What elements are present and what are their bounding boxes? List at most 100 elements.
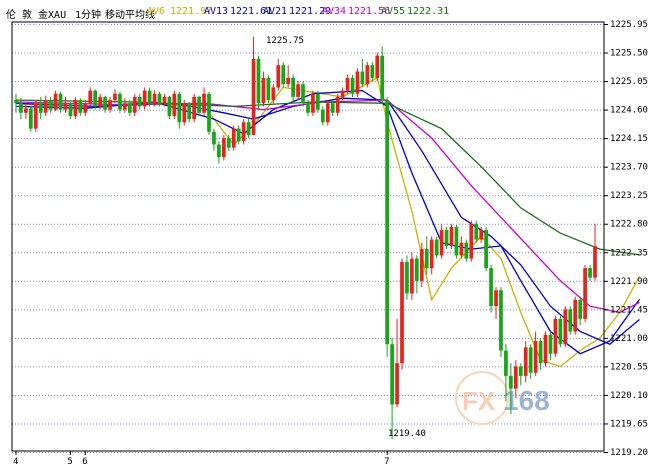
candle xyxy=(68,101,73,120)
candle xyxy=(588,264,592,281)
candle-body xyxy=(316,93,320,110)
y-tick-label: 1222.80 xyxy=(610,220,648,230)
candle-body xyxy=(83,103,88,113)
candle-body xyxy=(192,96,197,120)
candle xyxy=(410,252,414,300)
candle xyxy=(400,258,404,370)
candle-body xyxy=(563,309,568,345)
candle xyxy=(19,98,23,120)
y-tick-label: 1220.55 xyxy=(610,362,648,372)
candle xyxy=(385,96,390,357)
watermark: FX 168 xyxy=(455,371,550,425)
y-tick-label: 1223.70 xyxy=(610,163,648,173)
candle-body xyxy=(340,90,345,97)
candle-body xyxy=(424,249,429,269)
candle xyxy=(221,134,226,161)
candle-body xyxy=(494,290,498,307)
candle-body xyxy=(98,96,102,107)
y-tick-label: 1222.35 xyxy=(610,248,648,258)
candle xyxy=(360,58,365,88)
candle xyxy=(489,264,493,313)
candle-body xyxy=(325,103,330,123)
candle-body xyxy=(390,344,394,405)
candle xyxy=(172,90,177,120)
y-tick-label: 1219.20 xyxy=(610,448,648,458)
candle xyxy=(132,93,137,116)
candle xyxy=(182,100,187,126)
candle-body xyxy=(78,100,83,113)
candle xyxy=(118,91,122,113)
candle xyxy=(583,264,587,323)
candle xyxy=(593,223,597,281)
candle xyxy=(296,81,300,101)
price-annotations: 1225.75 1219.40 xyxy=(266,36,426,439)
y-tick-label: 1221.90 xyxy=(610,277,648,287)
candle-body xyxy=(410,258,414,294)
candle-body xyxy=(28,108,33,129)
candle xyxy=(53,90,58,111)
candle-body xyxy=(350,77,355,94)
candle-body xyxy=(147,90,152,104)
candle xyxy=(469,220,474,262)
candle-body xyxy=(414,258,419,281)
candle xyxy=(573,296,578,335)
candle-body xyxy=(236,128,241,142)
candle xyxy=(444,226,449,250)
candle xyxy=(217,141,221,164)
candle-body xyxy=(578,299,583,319)
candle-body xyxy=(296,84,300,97)
candle xyxy=(414,255,419,294)
candle-body xyxy=(162,96,167,104)
ma-line-av13 xyxy=(15,89,641,355)
candle-body xyxy=(241,122,246,142)
candle-body xyxy=(588,268,592,278)
candle xyxy=(499,287,503,357)
candle-body xyxy=(53,93,58,110)
y-tick-label: 1225.95 xyxy=(610,20,648,30)
candle xyxy=(286,65,291,88)
candle xyxy=(494,287,498,319)
candle-body xyxy=(88,90,93,104)
y-tick-label: 1224.15 xyxy=(610,134,648,144)
candle xyxy=(350,74,355,97)
candle xyxy=(276,58,281,91)
candle-body xyxy=(474,223,479,240)
candle xyxy=(14,93,18,113)
candle-body xyxy=(400,261,404,364)
candle-body xyxy=(217,144,221,158)
candle xyxy=(419,242,424,288)
candle xyxy=(578,296,583,326)
candle-body xyxy=(335,96,340,113)
candle-body xyxy=(583,268,587,319)
candle-body xyxy=(459,242,464,256)
candle xyxy=(474,220,479,243)
candle-body xyxy=(360,71,365,85)
candle xyxy=(231,125,236,151)
candle xyxy=(291,74,295,104)
candle xyxy=(177,91,182,129)
candle-body xyxy=(484,230,488,269)
candle-body xyxy=(558,318,563,345)
candle xyxy=(335,93,340,116)
candle xyxy=(543,331,548,367)
y-tick-label: 1225.50 xyxy=(610,49,648,59)
candle-body xyxy=(256,58,261,104)
candle-body xyxy=(221,138,226,158)
candle-body xyxy=(231,128,236,148)
candle xyxy=(568,306,573,335)
candle-body xyxy=(108,100,112,110)
candle-body xyxy=(355,71,360,94)
candle-body xyxy=(523,347,528,376)
candle-body xyxy=(177,93,182,123)
candle-body xyxy=(19,103,23,113)
ma-line-av21 xyxy=(15,97,640,345)
x-tick-label: 6 xyxy=(82,457,87,467)
candle xyxy=(83,100,88,116)
candle xyxy=(202,87,206,116)
candle-body xyxy=(281,65,286,85)
candle xyxy=(325,100,330,126)
candle-body xyxy=(479,230,484,240)
candle xyxy=(207,91,211,135)
candle xyxy=(197,95,201,116)
candle-body xyxy=(127,103,132,113)
